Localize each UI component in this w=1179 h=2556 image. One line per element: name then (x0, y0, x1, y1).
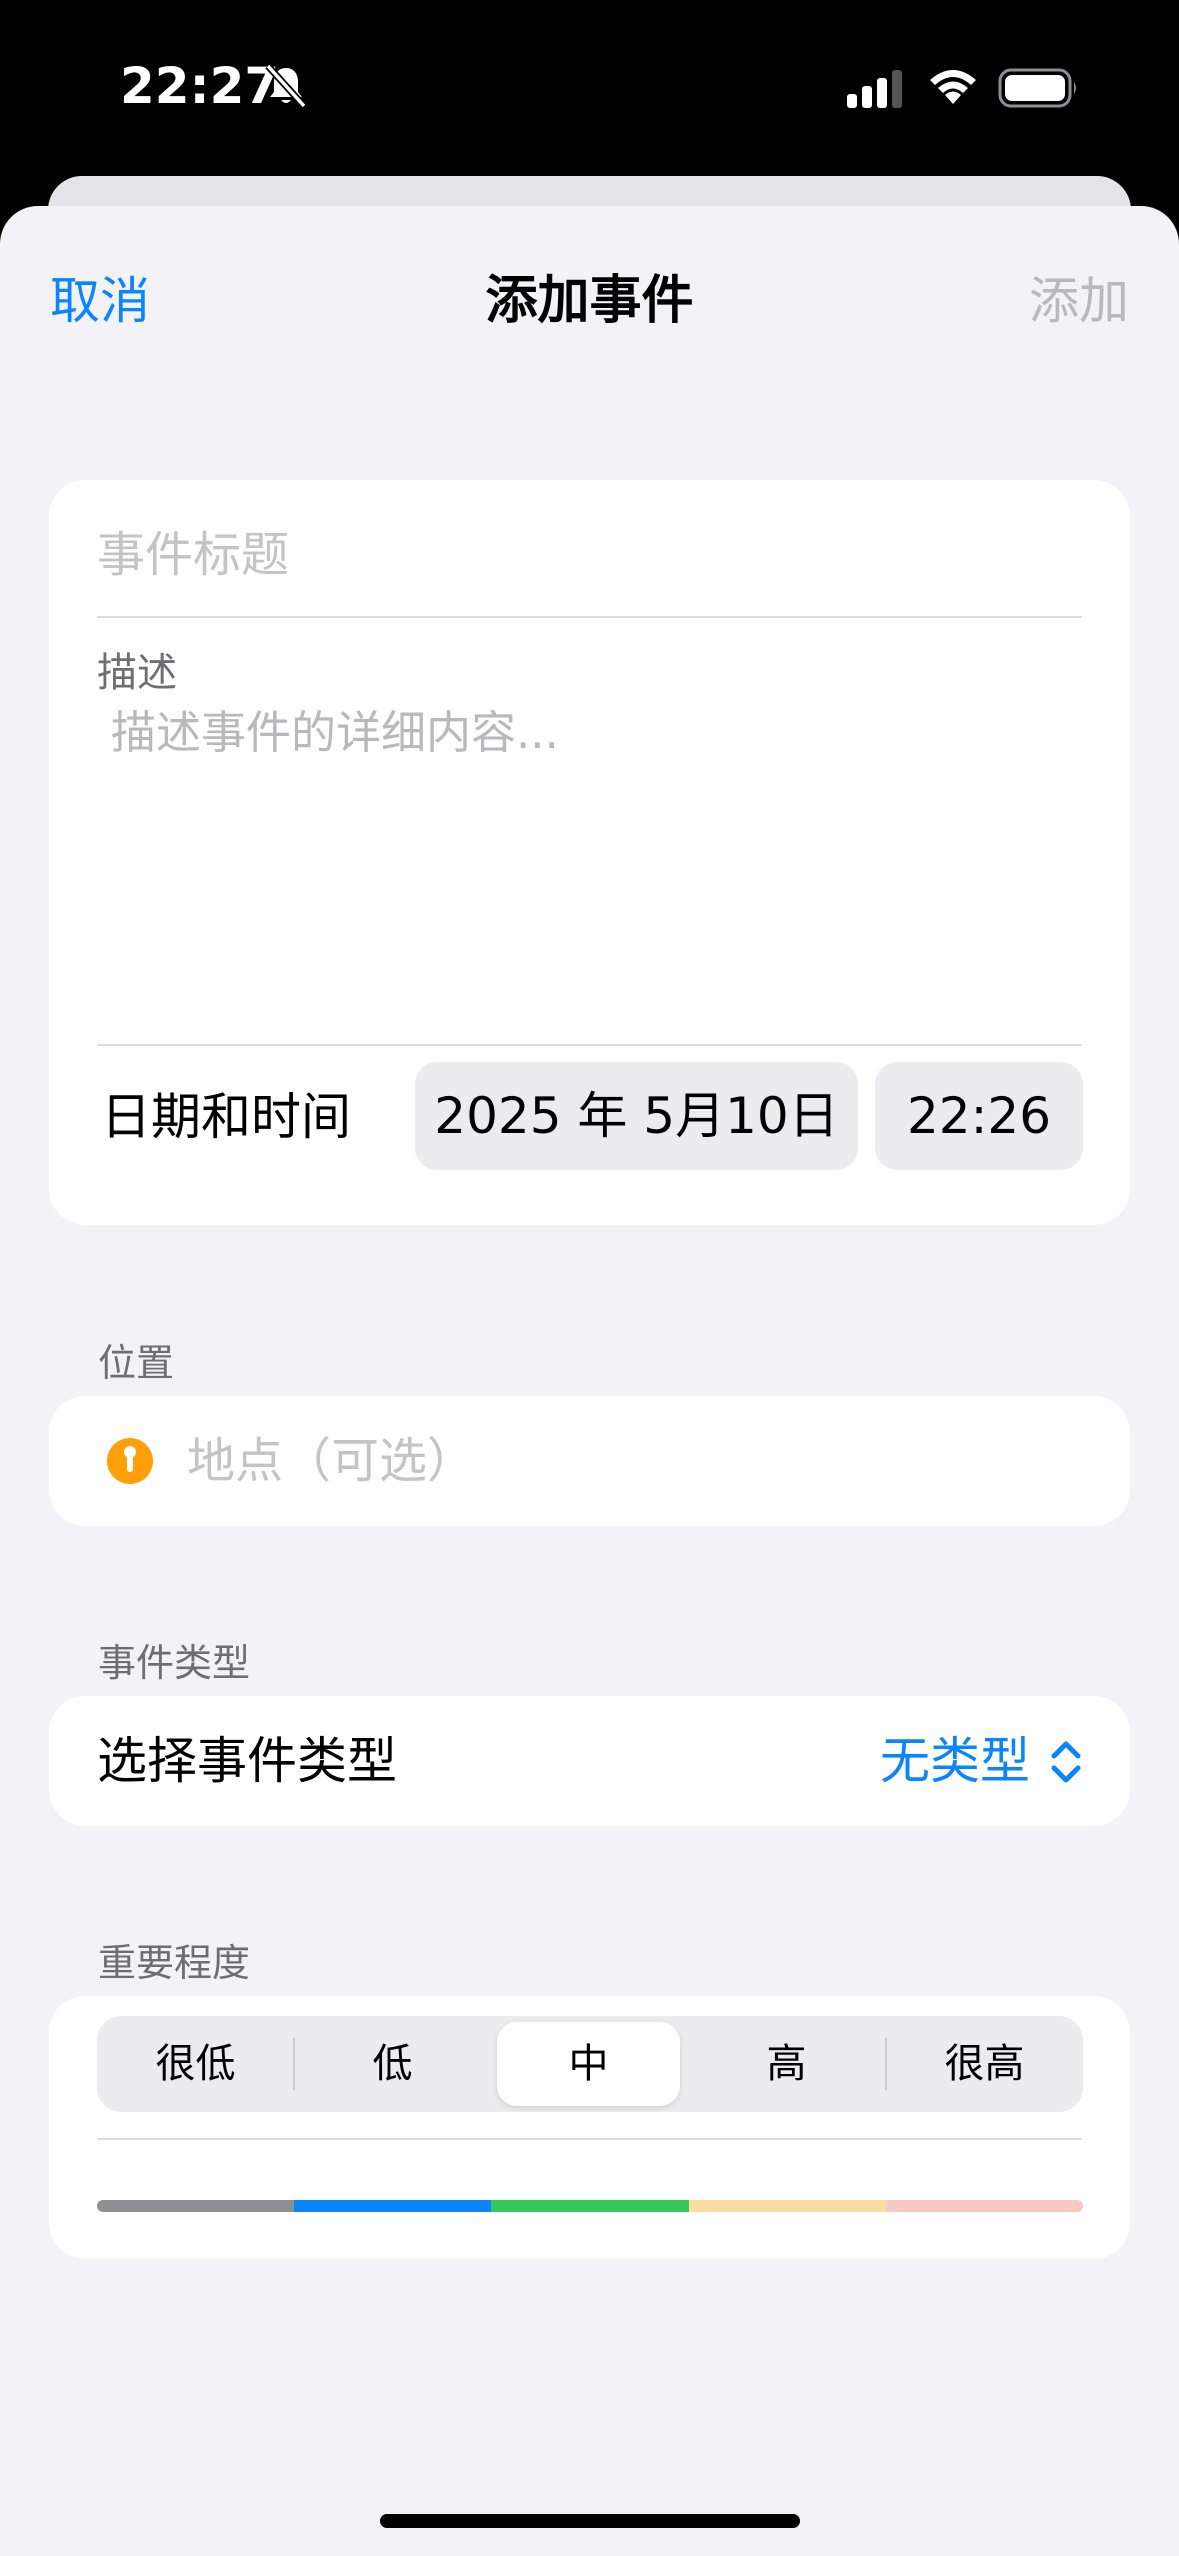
description-input[interactable] (97, 696, 1091, 916)
event-type-label: 选择事件类型 (97, 1732, 397, 1790)
battery-icon (998, 68, 1076, 108)
bell-slash-icon (265, 63, 307, 109)
importance-bar-segment (885, 2200, 1083, 2212)
divider (97, 2138, 1082, 2140)
importance-bar-segment (294, 2200, 492, 2212)
divider (97, 1044, 1082, 1046)
importance-bar-segment (97, 2200, 295, 2212)
wifi-icon (930, 70, 976, 104)
date-picker[interactable]: 2025 年 5月10日 (415, 1062, 858, 1170)
event-title-input[interactable] (97, 510, 1077, 600)
importance-bar-segment (491, 2200, 689, 2212)
cellular-signal-icon (847, 70, 902, 108)
status-time: 22:27 (120, 57, 280, 115)
importance-option-very-high[interactable]: 很高 (886, 2016, 1083, 2112)
chevron-up-down-icon (1051, 1741, 1081, 1783)
home-indicator (380, 2514, 800, 2528)
importance-option-high[interactable]: 高 (688, 2016, 885, 2112)
description-label: 描述 (97, 650, 177, 696)
location-section-label: 位置 (98, 1341, 175, 1385)
event-type-section-label: 事件类型 (98, 1641, 251, 1685)
divider (97, 616, 1082, 618)
importance-option-low[interactable]: 低 (294, 2016, 491, 2112)
location-input[interactable] (187, 1416, 1087, 1506)
event-type-picker[interactable]: 选择事件类型 无类型 (49, 1696, 1130, 1826)
importance-section-label: 重要程度 (98, 1941, 251, 1985)
add-button[interactable]: 添加 (1029, 266, 1129, 336)
datetime-label: 日期和时间 (101, 1088, 351, 1146)
importance-card: 很低 低 中 高 很高 (49, 1996, 1130, 2259)
status-bar: 22:27 (0, 0, 1179, 175)
event-type-value[interactable]: 无类型 (880, 1726, 1030, 1796)
importance-option-medium[interactable]: 中 (497, 2022, 680, 2106)
importance-color-bar (97, 2200, 1083, 2212)
add-event-sheet: 取消 添加事件 添加 描述 日期和时间 2025 年 5月10日 22:26 位… (0, 206, 1179, 2556)
page-title: 添加事件 (485, 271, 694, 331)
time-picker[interactable]: 22:26 (875, 1062, 1083, 1170)
importance-segmented-control: 很低 低 中 高 很高 (97, 2016, 1083, 2112)
importance-bar-segment (688, 2200, 886, 2212)
location-pin-icon (107, 1438, 153, 1484)
importance-option-very-low[interactable]: 很低 (97, 2016, 294, 2112)
event-details-card: 描述 日期和时间 2025 年 5月10日 22:26 (49, 480, 1130, 1225)
location-card (49, 1396, 1130, 1526)
